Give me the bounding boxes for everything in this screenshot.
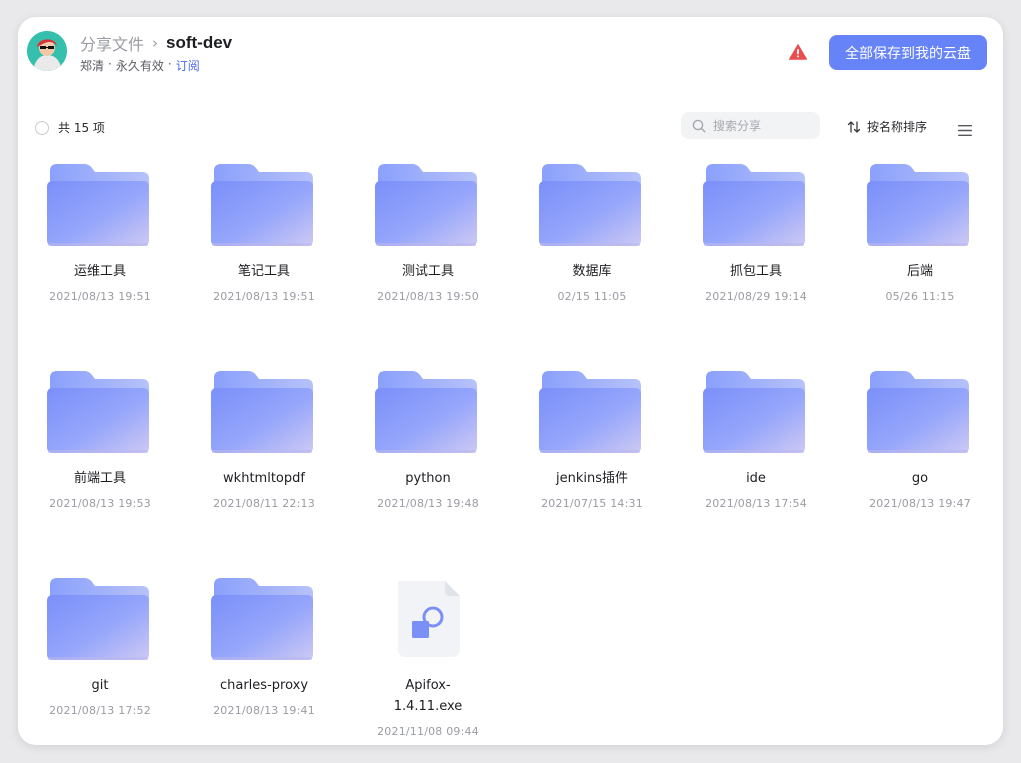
folder-icon [702, 163, 806, 248]
file-name: 运维工具 [73, 264, 126, 279]
file-grid: 运维工具 2021/08/13 19:51 笔记工具 2021/08/13 19:5… [18, 17, 1003, 745]
file-name: 抓包工具 [729, 264, 782, 279]
folder-icon [374, 163, 478, 248]
file-name: python [405, 471, 451, 486]
folder-icon [866, 163, 970, 248]
file-name: 前端工具 [73, 471, 126, 486]
file-date: 2021/08/13 19:50 [377, 290, 479, 303]
file-date: 2021/08/13 19:53 [49, 497, 151, 510]
share-window: 分享文件 › soft-dev 郑清 · 永久有效 · 订阅 全部保存到我的云盘… [18, 17, 1003, 745]
file-date: 2021/08/13 19:51 [213, 290, 315, 303]
folder-icon [866, 370, 970, 455]
file-name: ide [746, 471, 766, 486]
file-name: 后端 [906, 264, 933, 279]
file-date: 2021/08/29 19:14 [705, 290, 807, 303]
file-name-line: 1.4.11.exe [393, 699, 463, 714]
file-name: 数据库 [572, 264, 612, 279]
folder-icon [538, 163, 642, 248]
exe-file-icon [374, 577, 478, 662]
file-name: wkhtmltopdf [223, 471, 305, 486]
folder-icon [538, 370, 642, 455]
file-date: 2021/08/11 22:13 [213, 497, 315, 510]
file-name: go [911, 471, 929, 486]
file-name-line: Apifox- [405, 678, 451, 693]
file-date: 2021/08/13 19:51 [49, 290, 151, 303]
folder-icon [210, 370, 314, 455]
file-name: 笔记工具 [237, 264, 290, 279]
folder-icon [46, 577, 150, 662]
folder-icon [210, 163, 314, 248]
file-date: 2021/08/13 19:48 [377, 497, 479, 510]
folder-icon [702, 370, 806, 455]
file-date: 05/26 11:15 [885, 290, 955, 303]
file-date: 2021/07/15 14:31 [541, 497, 643, 510]
folder-icon [46, 163, 150, 248]
folder-icon [374, 370, 478, 455]
folder-icon [46, 370, 150, 455]
file-date: 2021/08/13 19:47 [869, 497, 971, 510]
file-date: 2021/08/13 19:41 [213, 704, 315, 717]
file-date: 2021/11/08 09:44 [377, 725, 479, 738]
file-date: 2021/08/13 17:52 [49, 704, 151, 717]
folder-icon [210, 577, 314, 662]
file-name: jenkins插件 [555, 471, 628, 486]
file-date: 2021/08/13 17:54 [705, 497, 807, 510]
file-date: 02/15 11:05 [557, 290, 627, 303]
file-name: git [91, 678, 109, 693]
file-name: charles-proxy [219, 678, 309, 693]
file-name: Apifox- 1.4.11.exe [346, 675, 510, 717]
file-name: 测试工具 [401, 264, 454, 279]
